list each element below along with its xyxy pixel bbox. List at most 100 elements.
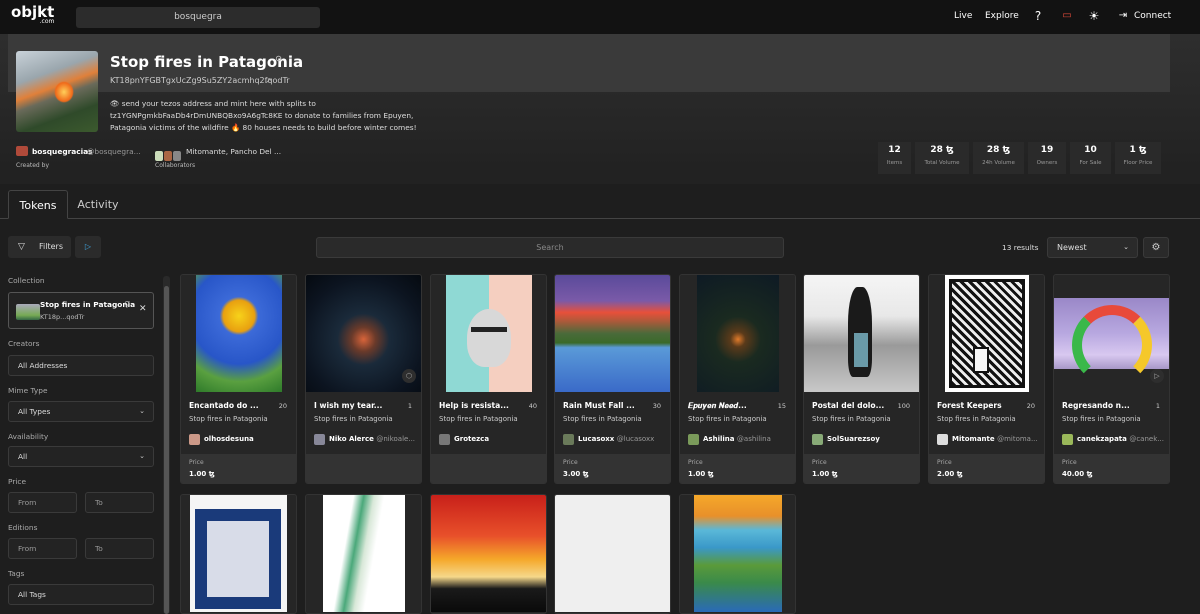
artist-name[interactable]: Niko Alerce @nikoale... — [329, 435, 417, 443]
stat-total-volume: 28 ꜩ Total Volume — [915, 142, 969, 174]
price-box — [431, 454, 546, 483]
settings-button[interactable]: ⚙ — [1143, 237, 1169, 258]
token-card[interactable] — [430, 494, 547, 614]
artist-avatar[interactable] — [314, 434, 325, 445]
token-artwork[interactable] — [181, 495, 296, 612]
token-artwork[interactable] — [929, 275, 1044, 392]
creator-name[interactable]: bosquegracias — [32, 147, 93, 156]
artist-avatar[interactable] — [812, 434, 823, 445]
scrollbar[interactable] — [163, 276, 170, 614]
tags-label: Tags — [8, 569, 25, 578]
creator-avatar[interactable] — [16, 146, 28, 156]
token-artwork[interactable] — [555, 495, 670, 612]
sort-select[interactable]: Newest ⌄ — [1047, 237, 1138, 258]
token-card[interactable]: Forest Keepers 20 Stop fires in Patagonia… — [928, 274, 1045, 484]
price-box: Price 3.00 ꜩ — [555, 454, 670, 483]
editions-to-input[interactable]: To — [85, 538, 154, 559]
tags-input[interactable]: All Tags — [8, 584, 154, 605]
token-artwork[interactable] — [431, 275, 546, 392]
token-card[interactable]: Encantado do ... 20 Stop fires in Patagon… — [180, 274, 297, 484]
tab-activity[interactable]: Activity — [72, 190, 124, 219]
nav-live-link[interactable]: Live — [954, 11, 972, 21]
artist-name[interactable]: Ashilina @ashilina — [703, 435, 791, 443]
price-box: Price 1.00 ꜩ — [680, 454, 795, 483]
token-artwork[interactable] — [555, 275, 670, 392]
chevron-down-icon: ⌄ — [1123, 243, 1129, 251]
token-card[interactable]: ▷ Regresando n... 1 Stop fires in Patagon… — [1053, 274, 1170, 484]
filters-button[interactable]: ▽ Filters — [8, 236, 71, 258]
editions-label: Editions — [8, 523, 38, 532]
creator-handle[interactable]: @bosquegra... — [87, 147, 141, 156]
creators-input[interactable]: All Addresses — [8, 355, 154, 376]
mime-type-label: Mime Type — [8, 386, 48, 395]
connect-button[interactable]: Connect — [1134, 11, 1171, 21]
artist-avatar[interactable] — [439, 434, 450, 445]
artist-name[interactable]: olhosdesuna — [204, 435, 292, 443]
stat-for-sale: 10 For Sale — [1070, 142, 1111, 174]
help-icon[interactable]: ? — [1031, 9, 1045, 23]
token-card[interactable] — [180, 494, 297, 614]
collection-cover-image — [16, 51, 98, 132]
theme-toggle-icon[interactable]: ☀ — [1087, 9, 1101, 23]
user-icon: ⚲ — [275, 55, 283, 66]
token-card[interactable]: Help is resista... 40 Stop fires in Patag… — [430, 274, 547, 484]
token-search-input[interactable]: Search — [316, 237, 784, 258]
artist-avatar[interactable] — [189, 434, 200, 445]
objkt-logo[interactable]: objkt .com — [11, 5, 54, 25]
scrollbar-thumb[interactable] — [164, 286, 169, 614]
collaborator-avatars[interactable] — [155, 146, 183, 161]
top-navbar: objkt .com bosquegra Live Explore ? ▭ ☀ ⇥… — [0, 0, 1200, 34]
price-from-input[interactable]: From — [8, 492, 77, 513]
price-box — [306, 454, 421, 483]
artist-name[interactable]: Lucasoxx @lucasoxx — [578, 435, 666, 443]
price-to-input[interactable]: To — [85, 492, 154, 513]
token-card[interactable]: ⬡ I wish my tear... 1 Stop fires in Patag… — [305, 274, 422, 484]
price-box: Price 1.00 ꜩ — [804, 454, 919, 483]
play-icon: ▷ — [84, 242, 92, 251]
artist-avatar[interactable] — [1062, 434, 1073, 445]
video-icon: ▷ — [1150, 369, 1164, 383]
cart-icon[interactable]: ▭ — [1060, 9, 1074, 23]
token-artwork[interactable] — [680, 495, 795, 612]
token-artwork[interactable] — [181, 275, 296, 392]
token-artwork[interactable] — [306, 495, 421, 612]
video-icon: ⬡ — [402, 369, 416, 383]
artist-avatar[interactable] — [688, 434, 699, 445]
token-card[interactable] — [305, 494, 422, 614]
token-artwork[interactable] — [431, 495, 546, 612]
token-card[interactable]: Postal del dolo... 100 Stop fires in Pata… — [803, 274, 920, 484]
token-card[interactable]: Rain Must Fall ... 30 Stop fires in Patag… — [554, 274, 671, 484]
global-search-input[interactable]: bosquegra — [76, 7, 320, 28]
collaborator-names[interactable]: Mitomante, Pancho Del ... — [186, 147, 281, 156]
token-artwork[interactable] — [680, 275, 795, 392]
tab-tokens[interactable]: Tokens — [8, 190, 68, 219]
editions-from-input[interactable]: From — [8, 538, 77, 559]
token-card[interactable] — [554, 494, 671, 614]
collection-thumb — [16, 304, 40, 320]
token-card[interactable]: 𝑬𝒑𝒖𝒚𝒆𝒏 𝑵𝒆𝒆𝒅... 15 Stop fires in Patagonia… — [679, 274, 796, 484]
close-icon[interactable]: ✕ — [139, 304, 147, 314]
price-label: Price — [8, 477, 27, 486]
artist-avatar[interactable] — [563, 434, 574, 445]
artist-avatar[interactable] — [937, 434, 948, 445]
artist-name[interactable]: Grotezca — [454, 435, 542, 443]
play-button[interactable]: ▷ — [75, 236, 101, 258]
token-card[interactable] — [679, 494, 796, 614]
external-link-icon[interactable]: ↗ — [265, 76, 272, 85]
artist-name[interactable]: canekzapata @canek... — [1077, 435, 1165, 443]
availability-select[interactable]: All ⌄ — [8, 446, 154, 467]
login-icon[interactable]: ⇥ — [1116, 9, 1130, 23]
selected-collection-chip[interactable]: Stop fires in Patagonia KT18p...qodTr ⚲ … — [8, 292, 154, 329]
collaborators-label: Collaborators — [155, 162, 196, 169]
collection-description: 👁 send your tezos address and mint here … — [110, 99, 417, 132]
contract-address[interactable]: KT18pnYFGBTgxUcZg9Su5ZY2acmhq2fqodTr — [110, 76, 290, 85]
artist-name[interactable]: Mitomante @mitoma... — [952, 435, 1040, 443]
artist-name[interactable]: SolSuarezsoy — [827, 435, 915, 443]
price-box: Price 1.00 ꜩ — [181, 454, 296, 483]
filter-icon: ▽ — [18, 242, 25, 252]
nav-explore-link[interactable]: Explore — [985, 11, 1019, 21]
token-artwork[interactable] — [804, 275, 919, 392]
gear-icon: ⚙ — [1151, 242, 1161, 253]
created-by-label: Created by — [16, 162, 50, 169]
mime-type-select[interactable]: All Types ⌄ — [8, 401, 154, 422]
